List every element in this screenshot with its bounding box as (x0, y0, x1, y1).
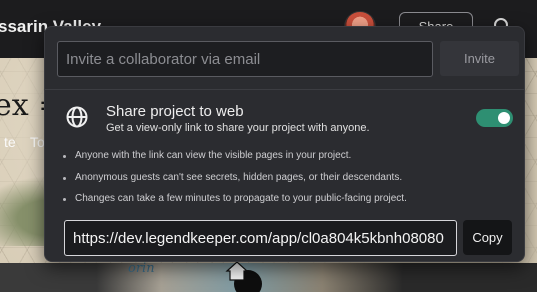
map-terrain (0, 263, 537, 292)
copy-button[interactable]: Copy (463, 220, 512, 255)
share-notes-list: Anyone with the link can view the visibl… (61, 150, 511, 215)
share-popover: Invite Share project to web Get a view-o… (44, 26, 525, 262)
map-region-label: orin (128, 261, 155, 276)
invite-email-input[interactable] (57, 41, 433, 77)
globe-icon (66, 106, 88, 128)
share-link-field[interactable] (64, 220, 457, 256)
map-tab[interactable]: te (4, 134, 16, 150)
list-item: Anyone with the link can view the visibl… (61, 150, 511, 172)
divider (45, 89, 524, 90)
share-web-title: Share project to web (106, 103, 244, 120)
list-item: Changes can take a few minutes to propag… (61, 193, 511, 215)
share-web-subtitle: Get a view-only link to share your proje… (106, 122, 370, 134)
share-web-toggle[interactable] (476, 109, 513, 127)
list-item: Anonymous guests can't see secrets, hidd… (61, 172, 511, 194)
toggle-knob (498, 112, 510, 124)
map-tab[interactable]: To (30, 134, 45, 150)
invite-button[interactable]: Invite (440, 41, 519, 76)
